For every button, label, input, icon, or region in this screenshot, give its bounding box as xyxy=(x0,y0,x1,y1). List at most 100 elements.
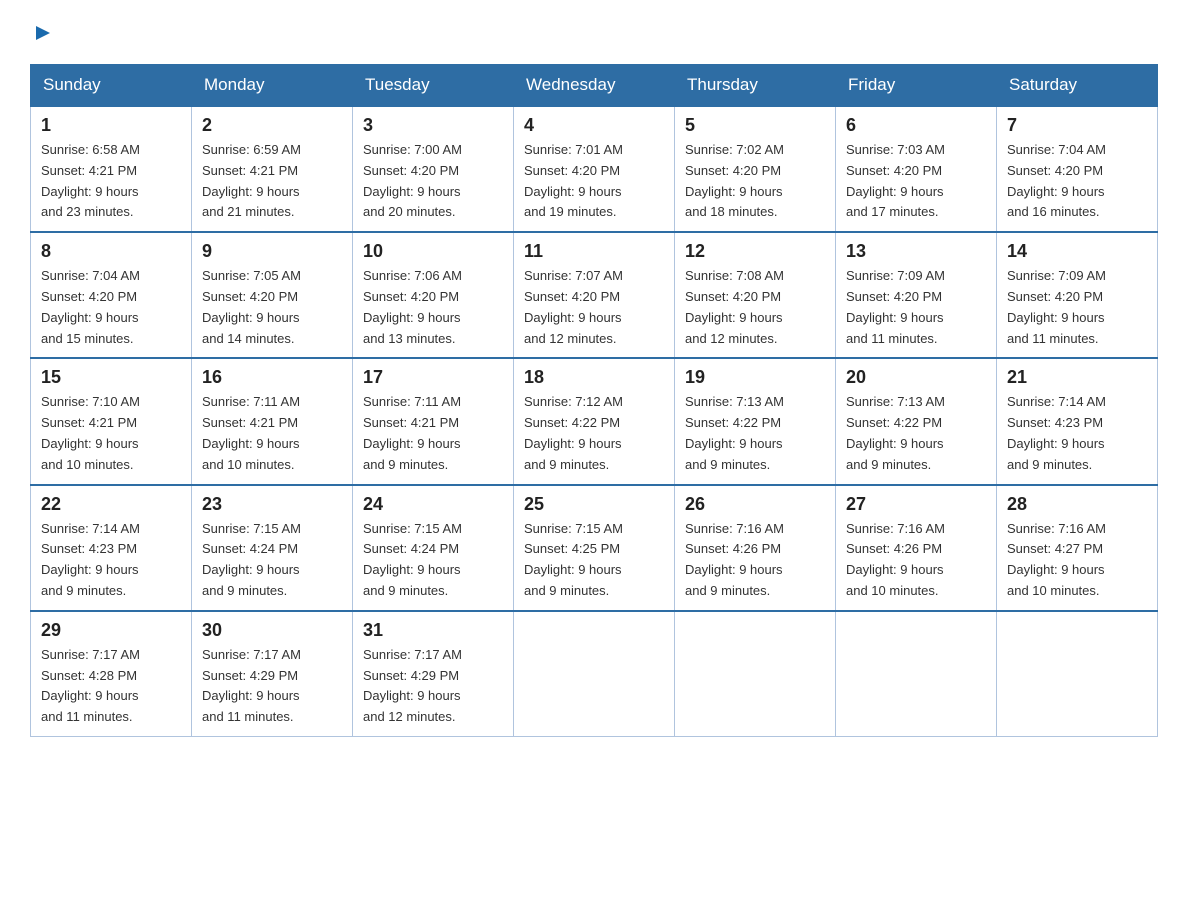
daylight-minutes: and 9 minutes. xyxy=(363,583,448,598)
sunrise-label: Sunrise: 7:12 AM xyxy=(524,394,623,409)
day-of-week-header: Friday xyxy=(836,65,997,107)
day-number: 15 xyxy=(41,367,181,388)
day-info: Sunrise: 7:09 AM Sunset: 4:20 PM Dayligh… xyxy=(846,266,986,349)
day-number: 28 xyxy=(1007,494,1147,515)
daylight-label: Daylight: 9 hours xyxy=(1007,184,1105,199)
day-info: Sunrise: 7:00 AM Sunset: 4:20 PM Dayligh… xyxy=(363,140,503,223)
daylight-minutes: and 9 minutes. xyxy=(685,583,770,598)
daylight-label: Daylight: 9 hours xyxy=(363,436,461,451)
day-number: 30 xyxy=(202,620,342,641)
daylight-label: Daylight: 9 hours xyxy=(524,310,622,325)
sunset-label: Sunset: 4:20 PM xyxy=(846,289,942,304)
sunset-label: Sunset: 4:26 PM xyxy=(846,541,942,556)
daylight-label: Daylight: 9 hours xyxy=(202,184,300,199)
sunrise-label: Sunrise: 7:06 AM xyxy=(363,268,462,283)
calendar-day-cell: 17 Sunrise: 7:11 AM Sunset: 4:21 PM Dayl… xyxy=(353,358,514,484)
day-number: 14 xyxy=(1007,241,1147,262)
sunset-label: Sunset: 4:20 PM xyxy=(1007,163,1103,178)
calendar-day-cell: 12 Sunrise: 7:08 AM Sunset: 4:20 PM Dayl… xyxy=(675,232,836,358)
daylight-label: Daylight: 9 hours xyxy=(1007,310,1105,325)
sunrise-label: Sunrise: 7:17 AM xyxy=(41,647,140,662)
sunset-label: Sunset: 4:26 PM xyxy=(685,541,781,556)
calendar-day-cell: 23 Sunrise: 7:15 AM Sunset: 4:24 PM Dayl… xyxy=(192,485,353,611)
calendar-week-row: 29 Sunrise: 7:17 AM Sunset: 4:28 PM Dayl… xyxy=(31,611,1158,737)
daylight-minutes: and 9 minutes. xyxy=(41,583,126,598)
calendar-table: SundayMondayTuesdayWednesdayThursdayFrid… xyxy=(30,64,1158,737)
sunset-label: Sunset: 4:20 PM xyxy=(1007,289,1103,304)
sunrise-label: Sunrise: 7:03 AM xyxy=(846,142,945,157)
day-info: Sunrise: 7:07 AM Sunset: 4:20 PM Dayligh… xyxy=(524,266,664,349)
sunrise-label: Sunrise: 7:00 AM xyxy=(363,142,462,157)
daylight-minutes: and 13 minutes. xyxy=(363,331,456,346)
daylight-label: Daylight: 9 hours xyxy=(846,184,944,199)
daylight-label: Daylight: 9 hours xyxy=(202,310,300,325)
day-info: Sunrise: 7:04 AM Sunset: 4:20 PM Dayligh… xyxy=(41,266,181,349)
calendar-day-cell: 24 Sunrise: 7:15 AM Sunset: 4:24 PM Dayl… xyxy=(353,485,514,611)
day-info: Sunrise: 7:17 AM Sunset: 4:28 PM Dayligh… xyxy=(41,645,181,728)
sunset-label: Sunset: 4:21 PM xyxy=(41,163,137,178)
calendar-week-row: 15 Sunrise: 7:10 AM Sunset: 4:21 PM Dayl… xyxy=(31,358,1158,484)
day-number: 6 xyxy=(846,115,986,136)
sunset-label: Sunset: 4:21 PM xyxy=(41,415,137,430)
day-number: 19 xyxy=(685,367,825,388)
daylight-label: Daylight: 9 hours xyxy=(202,688,300,703)
calendar-header-row: SundayMondayTuesdayWednesdayThursdayFrid… xyxy=(31,65,1158,107)
sunset-label: Sunset: 4:24 PM xyxy=(363,541,459,556)
sunrise-label: Sunrise: 7:04 AM xyxy=(41,268,140,283)
sunset-label: Sunset: 4:29 PM xyxy=(363,668,459,683)
day-number: 17 xyxy=(363,367,503,388)
day-info: Sunrise: 7:13 AM Sunset: 4:22 PM Dayligh… xyxy=(685,392,825,475)
daylight-minutes: and 12 minutes. xyxy=(363,709,456,724)
sunrise-label: Sunrise: 7:05 AM xyxy=(202,268,301,283)
day-info: Sunrise: 7:11 AM Sunset: 4:21 PM Dayligh… xyxy=(363,392,503,475)
day-info: Sunrise: 7:15 AM Sunset: 4:24 PM Dayligh… xyxy=(363,519,503,602)
calendar-day-cell: 19 Sunrise: 7:13 AM Sunset: 4:22 PM Dayl… xyxy=(675,358,836,484)
day-number: 26 xyxy=(685,494,825,515)
sunset-label: Sunset: 4:21 PM xyxy=(202,163,298,178)
day-info: Sunrise: 7:17 AM Sunset: 4:29 PM Dayligh… xyxy=(363,645,503,728)
daylight-label: Daylight: 9 hours xyxy=(846,436,944,451)
calendar-day-cell: 6 Sunrise: 7:03 AM Sunset: 4:20 PM Dayli… xyxy=(836,106,997,232)
daylight-minutes: and 9 minutes. xyxy=(363,457,448,472)
sunset-label: Sunset: 4:21 PM xyxy=(202,415,298,430)
calendar-day-cell: 18 Sunrise: 7:12 AM Sunset: 4:22 PM Dayl… xyxy=(514,358,675,484)
sunset-label: Sunset: 4:27 PM xyxy=(1007,541,1103,556)
sunrise-label: Sunrise: 7:14 AM xyxy=(41,521,140,536)
sunrise-label: Sunrise: 6:59 AM xyxy=(202,142,301,157)
calendar-day-cell: 26 Sunrise: 7:16 AM Sunset: 4:26 PM Dayl… xyxy=(675,485,836,611)
calendar-day-cell: 13 Sunrise: 7:09 AM Sunset: 4:20 PM Dayl… xyxy=(836,232,997,358)
sunset-label: Sunset: 4:22 PM xyxy=(685,415,781,430)
calendar-day-cell: 4 Sunrise: 7:01 AM Sunset: 4:20 PM Dayli… xyxy=(514,106,675,232)
day-number: 7 xyxy=(1007,115,1147,136)
daylight-label: Daylight: 9 hours xyxy=(685,184,783,199)
day-number: 16 xyxy=(202,367,342,388)
day-info: Sunrise: 7:15 AM Sunset: 4:24 PM Dayligh… xyxy=(202,519,342,602)
calendar-day-cell: 29 Sunrise: 7:17 AM Sunset: 4:28 PM Dayl… xyxy=(31,611,192,737)
day-info: Sunrise: 7:13 AM Sunset: 4:22 PM Dayligh… xyxy=(846,392,986,475)
calendar-day-cell: 9 Sunrise: 7:05 AM Sunset: 4:20 PM Dayli… xyxy=(192,232,353,358)
daylight-minutes: and 19 minutes. xyxy=(524,204,617,219)
daylight-label: Daylight: 9 hours xyxy=(685,310,783,325)
day-info: Sunrise: 7:17 AM Sunset: 4:29 PM Dayligh… xyxy=(202,645,342,728)
daylight-minutes: and 12 minutes. xyxy=(524,331,617,346)
sunrise-label: Sunrise: 7:15 AM xyxy=(202,521,301,536)
sunset-label: Sunset: 4:23 PM xyxy=(1007,415,1103,430)
daylight-label: Daylight: 9 hours xyxy=(685,436,783,451)
sunrise-label: Sunrise: 7:15 AM xyxy=(524,521,623,536)
daylight-minutes: and 9 minutes. xyxy=(846,457,931,472)
daylight-minutes: and 18 minutes. xyxy=(685,204,778,219)
calendar-day-cell xyxy=(514,611,675,737)
day-number: 3 xyxy=(363,115,503,136)
calendar-day-cell: 14 Sunrise: 7:09 AM Sunset: 4:20 PM Dayl… xyxy=(997,232,1158,358)
sunrise-label: Sunrise: 7:09 AM xyxy=(1007,268,1106,283)
day-info: Sunrise: 7:10 AM Sunset: 4:21 PM Dayligh… xyxy=(41,392,181,475)
calendar-day-cell: 11 Sunrise: 7:07 AM Sunset: 4:20 PM Dayl… xyxy=(514,232,675,358)
day-of-week-header: Wednesday xyxy=(514,65,675,107)
day-number: 2 xyxy=(202,115,342,136)
day-of-week-header: Saturday xyxy=(997,65,1158,107)
day-info: Sunrise: 7:06 AM Sunset: 4:20 PM Dayligh… xyxy=(363,266,503,349)
day-number: 20 xyxy=(846,367,986,388)
day-info: Sunrise: 7:16 AM Sunset: 4:26 PM Dayligh… xyxy=(685,519,825,602)
day-info: Sunrise: 6:58 AM Sunset: 4:21 PM Dayligh… xyxy=(41,140,181,223)
day-number: 31 xyxy=(363,620,503,641)
